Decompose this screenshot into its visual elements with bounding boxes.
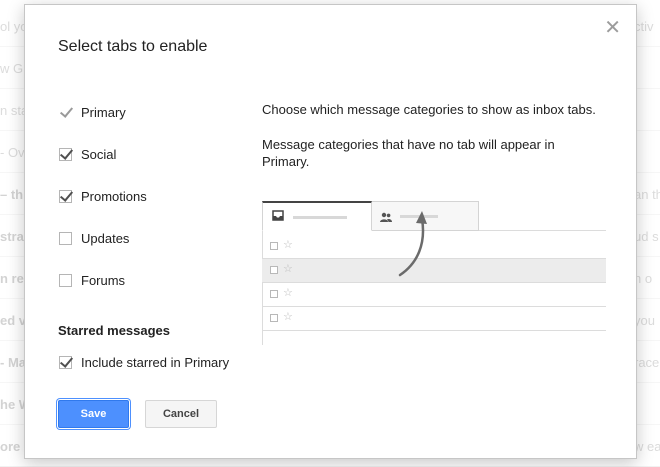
option-include-starred[interactable]: Include starred in Primary bbox=[59, 352, 229, 372]
description-tabs: Choose which message categories to show … bbox=[262, 102, 596, 117]
description-no-tab: Message categories that have no tab will… bbox=[262, 137, 555, 169]
option-label: Social bbox=[81, 146, 117, 162]
illustration-tab-primary bbox=[262, 201, 372, 231]
option-label: Updates bbox=[81, 230, 130, 246]
option-forums[interactable]: Forums bbox=[59, 270, 125, 290]
select-tabs-dialog: ✕ Select tabs to enable Primary Social P… bbox=[24, 4, 637, 459]
inbox-icon bbox=[272, 210, 284, 224]
close-icon[interactable]: ✕ bbox=[604, 18, 621, 38]
option-label: Primary bbox=[81, 104, 126, 120]
promotions-checkbox[interactable] bbox=[59, 189, 72, 203]
social-checkbox[interactable] bbox=[59, 147, 72, 161]
starred-messages-heading: Starred messages bbox=[58, 323, 171, 338]
inbox-tabs-illustration: ☆ ☆ ☆ ☆ bbox=[262, 197, 606, 345]
save-button[interactable]: Save bbox=[58, 400, 129, 428]
forums-checkbox[interactable] bbox=[59, 273, 72, 287]
option-label: Forums bbox=[81, 272, 126, 288]
option-label: Promotions bbox=[81, 188, 147, 204]
updates-checkbox[interactable] bbox=[59, 231, 72, 245]
option-social[interactable]: Social bbox=[59, 144, 116, 164]
dialog-title: Select tabs to enable bbox=[58, 38, 208, 55]
option-promotions[interactable]: Promotions bbox=[59, 186, 147, 206]
tab-placeholder bbox=[293, 216, 347, 219]
option-updates[interactable]: Updates bbox=[59, 228, 129, 248]
cancel-button[interactable]: Cancel bbox=[145, 400, 217, 428]
option-primary[interactable]: Primary bbox=[59, 102, 126, 122]
include-starred-checkbox[interactable] bbox=[59, 355, 72, 369]
option-label: Include starred in Primary bbox=[81, 354, 230, 370]
primary-checkbox[interactable] bbox=[59, 106, 72, 119]
